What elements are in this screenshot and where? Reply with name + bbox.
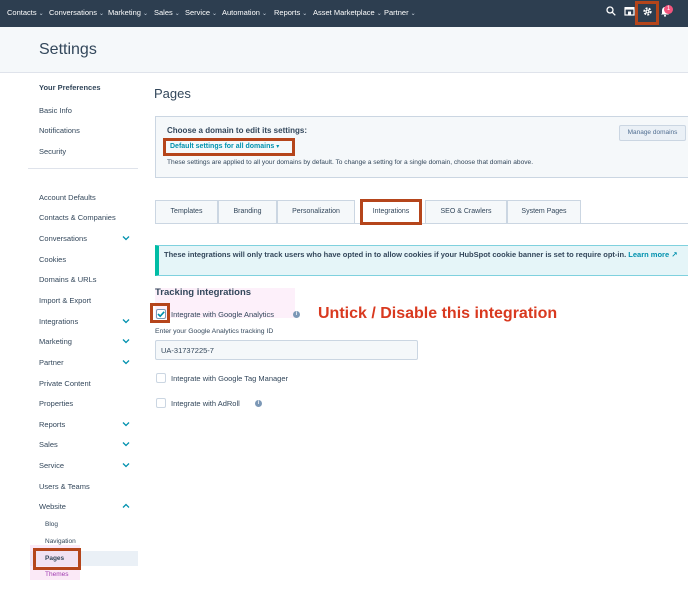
sidebar-item-domains-urls[interactable]: Domains & URLs [39, 275, 97, 284]
sidebar-item-conversations[interactable]: Conversations [39, 234, 87, 243]
domain-highlight-box [163, 138, 295, 156]
page-title: Settings [39, 41, 97, 58]
sidebar-item-basic-info[interactable]: Basic Info [39, 106, 72, 115]
info-icon[interactable]: i [255, 400, 262, 407]
manage-domains-button[interactable]: Manage domains [619, 125, 686, 141]
tab-seo-crawlers[interactable]: SEO & Crawlers [425, 200, 507, 224]
adroll-checkbox[interactable] [156, 398, 166, 408]
chevron-down-icon[interactable] [122, 234, 131, 243]
external-link-icon: ↗ [671, 250, 678, 259]
nav-sales[interactable]: Sales ⌄ [154, 8, 180, 17]
marketplace-icon[interactable] [622, 6, 636, 20]
sidebar-item-import-export[interactable]: Import & Export [39, 296, 91, 305]
sidebar-item-users-teams[interactable]: Users & Teams [39, 482, 90, 491]
sidebar-item-account-defaults[interactable]: Account Defaults [39, 193, 96, 202]
page-header: Settings [0, 27, 688, 73]
google-tag-manager-label: Integrate with Google Tag Manager [171, 374, 289, 383]
nav-reports[interactable]: Reports ⌄ [274, 8, 307, 17]
chevron-down-icon: ⌄ [212, 11, 218, 17]
chevron-down-icon[interactable] [122, 461, 131, 470]
banner-text: These integrations will only track users… [164, 250, 678, 259]
chevron-down-icon: ⌄ [410, 11, 416, 17]
annotation-text: Untick / Disable this integration [318, 305, 558, 322]
google-tag-manager-checkbox[interactable] [156, 373, 166, 383]
checkbox-highlight-box [150, 303, 170, 323]
integrations-tab-highlight-box [360, 199, 422, 225]
chevron-down-icon: ⌄ [302, 11, 308, 17]
chevron-down-icon[interactable] [122, 358, 131, 367]
tab-personalization[interactable]: Personalization [277, 200, 355, 224]
sidebar-divider [28, 168, 138, 169]
gear-highlight-box [635, 1, 659, 25]
sidebar-item-reports[interactable]: Reports [39, 420, 65, 429]
info-icon[interactable]: i [293, 311, 300, 318]
sidebar-item-contacts-companies[interactable]: Contacts & Companies [39, 213, 116, 222]
pages-highlight-box [33, 548, 81, 570]
nav-asset-marketplace[interactable]: Asset Marketplace ⌄ [313, 8, 382, 17]
notification-badge: 1 [664, 5, 673, 14]
nav-marketing[interactable]: Marketing ⌄ [108, 8, 148, 17]
chevron-down-icon: ⌄ [174, 11, 180, 17]
nav-automation[interactable]: Automation ⌄ [222, 8, 267, 17]
chevron-down-icon: ⌄ [376, 11, 382, 17]
search-icon[interactable] [604, 6, 618, 20]
chevron-down-icon: ⌄ [98, 11, 104, 17]
tab-system-pages[interactable]: System Pages [507, 200, 581, 224]
nav-service[interactable]: Service ⌄ [185, 8, 217, 17]
chevron-down-icon: ⌄ [261, 11, 267, 17]
sidebar-item-sales[interactable]: Sales [39, 440, 58, 449]
sidebar-item-service[interactable]: Service [39, 461, 64, 470]
chevron-down-icon[interactable] [122, 317, 131, 326]
sidebar-item-integrations[interactable]: Integrations [39, 317, 78, 326]
sidebar-item-partner[interactable]: Partner [39, 358, 64, 367]
sidebar-subitem-blog[interactable]: Blog [45, 521, 58, 528]
nav-contacts[interactable]: Contacts ⌄ [7, 8, 44, 17]
sidebar-item-cookies[interactable]: Cookies [39, 255, 66, 264]
nav-partner[interactable]: Partner ⌄ [384, 8, 416, 17]
tab-templates[interactable]: Templates [155, 200, 218, 224]
sidebar-item-security[interactable]: Security [39, 147, 66, 156]
domain-note: These settings are applied to all your d… [167, 159, 534, 166]
sidebar-item-properties[interactable]: Properties [39, 399, 73, 408]
tracking-id-label: Enter your Google Analytics tracking ID [155, 328, 274, 335]
sidebar-heading-preferences: Your Preferences [39, 83, 101, 92]
adroll-label: Integrate with AdRoll [171, 399, 240, 408]
sidebar-item-marketing[interactable]: Marketing [39, 337, 72, 346]
sidebar-subitem-themes[interactable]: Themes [45, 571, 68, 578]
top-navigation: Contacts ⌄ Conversations ⌄ Marketing ⌄ Sale… [0, 0, 688, 27]
sidebar-item-private-content[interactable]: Private Content [39, 379, 91, 388]
chevron-down-icon[interactable] [122, 440, 131, 449]
google-analytics-label: Integrate with Google Analytics [171, 310, 274, 319]
learn-more-link[interactable]: Learn more ↗ [628, 250, 677, 259]
chevron-down-icon: ⌄ [142, 11, 148, 17]
sidebar-item-notifications[interactable]: Notifications [39, 126, 80, 135]
sidebar-subitem-navigation[interactable]: Navigation [45, 538, 76, 545]
chevron-down-icon[interactable] [122, 420, 131, 429]
chevron-down-icon: ⌄ [38, 11, 44, 17]
domain-heading: Choose a domain to edit its settings: [167, 126, 308, 135]
nav-conversations[interactable]: Conversations ⌄ [49, 8, 104, 17]
chevron-down-icon[interactable] [122, 337, 131, 346]
section-title-pages: Pages [154, 86, 191, 101]
chevron-up-icon[interactable] [122, 502, 131, 511]
tracking-id-input[interactable] [155, 340, 418, 360]
sidebar-item-website[interactable]: Website [39, 502, 66, 511]
tab-branding[interactable]: Branding [218, 200, 277, 224]
tracking-integrations-title: Tracking integrations [155, 287, 252, 298]
